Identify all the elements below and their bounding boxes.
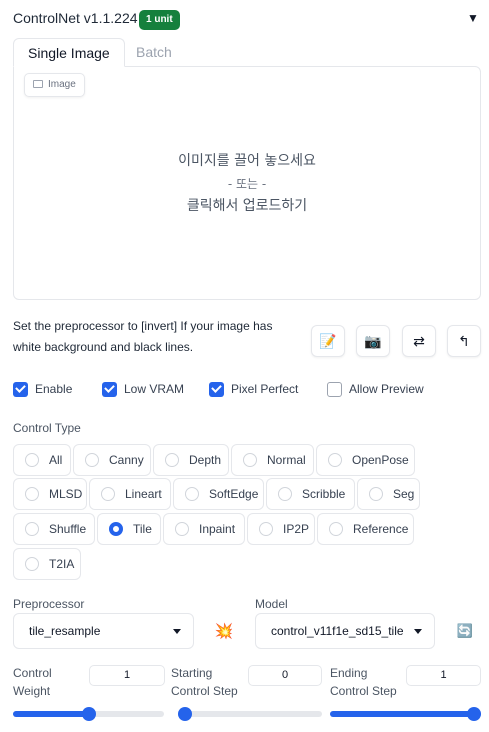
invert-hint: Set the preprocessor to [invert] If your… xyxy=(13,319,273,354)
tab-batch[interactable]: Batch xyxy=(122,38,186,67)
control-weight-slider[interactable] xyxy=(13,707,164,721)
control-weight-label: Control Weight xyxy=(13,666,52,698)
control-type-shuffle[interactable]: Shuffle xyxy=(13,513,95,545)
starting-step-label: Starting Control Step xyxy=(171,666,238,698)
model-select[interactable]: control_v11f1e_sd15_tile xyxy=(255,613,435,649)
starting-step-input[interactable]: 0 xyxy=(248,665,322,686)
ending-step-label: Ending Control Step xyxy=(330,666,397,698)
control-type-reference[interactable]: Reference xyxy=(317,513,414,545)
control-weight-input[interactable]: 1 xyxy=(89,665,165,686)
drop-or-text: - 또는 - xyxy=(227,177,267,191)
image-label: Image xyxy=(24,73,85,97)
enable-checkbox[interactable]: Enable xyxy=(13,381,72,397)
swap-icon[interactable]: ⇄ xyxy=(402,325,436,357)
chevron-down-icon xyxy=(173,629,181,634)
camera-icon[interactable]: 📷 xyxy=(356,325,390,357)
send-icon[interactable]: ↰ xyxy=(447,325,481,357)
image-icon xyxy=(33,80,43,88)
control-type-ip2p[interactable]: IP2P xyxy=(247,513,315,545)
control-type-normal[interactable]: Normal xyxy=(231,444,314,476)
control-type-seg[interactable]: Seg xyxy=(357,478,420,510)
unit-badge: 1 unit xyxy=(139,10,180,30)
control-type-tile[interactable]: Tile xyxy=(97,513,161,545)
slider-handle[interactable] xyxy=(467,707,481,721)
edit-icon[interactable]: 📝 xyxy=(311,325,345,357)
app-title: ControlNet v1.1.224 xyxy=(13,10,138,26)
control-type-all[interactable]: All xyxy=(13,444,71,476)
model-label: Model xyxy=(255,597,288,611)
drop-text: 이미지를 끌어 놓으세요 xyxy=(178,153,316,169)
control-type-label: Control Type xyxy=(13,421,81,435)
control-type-scribble[interactable]: Scribble xyxy=(266,478,355,510)
preprocessor-label: Preprocessor xyxy=(13,597,85,611)
image-label-text: Image xyxy=(48,79,76,90)
control-type-softedge[interactable]: SoftEdge xyxy=(173,478,264,510)
control-type-lineart[interactable]: Lineart xyxy=(89,478,171,510)
preprocessor-select[interactable]: tile_resample xyxy=(13,613,194,649)
click-upload-text: 클릭해서 업로드하기 xyxy=(186,198,308,214)
refresh-icon[interactable]: 🔄 xyxy=(449,614,481,648)
control-type-depth[interactable]: Depth xyxy=(153,444,229,476)
slider-handle[interactable] xyxy=(178,707,192,721)
pixel-perfect-checkbox[interactable]: Pixel Perfect xyxy=(209,381,298,397)
low-vram-checkbox[interactable]: Low VRAM xyxy=(102,381,184,397)
chevron-down-icon xyxy=(414,629,422,634)
control-type-canny[interactable]: Canny xyxy=(73,444,151,476)
triangle-down-icon[interactable]: ▼ xyxy=(467,11,479,25)
allow-preview-checkbox[interactable]: Allow Preview xyxy=(327,381,424,397)
slider-handle[interactable] xyxy=(81,707,96,721)
control-type-openpose[interactable]: OpenPose xyxy=(316,444,415,476)
control-type-mlsd[interactable]: MLSD xyxy=(13,478,87,510)
explosion-icon[interactable]: 💥 xyxy=(208,614,240,648)
ending-step-input[interactable]: 1 xyxy=(406,665,481,686)
starting-step-slider[interactable] xyxy=(178,707,322,721)
control-type-inpaint[interactable]: Inpaint xyxy=(163,513,245,545)
tab-single-image[interactable]: Single Image xyxy=(13,38,125,67)
control-type-t2ia[interactable]: T2IA xyxy=(13,548,81,580)
ending-step-slider[interactable] xyxy=(330,707,481,721)
